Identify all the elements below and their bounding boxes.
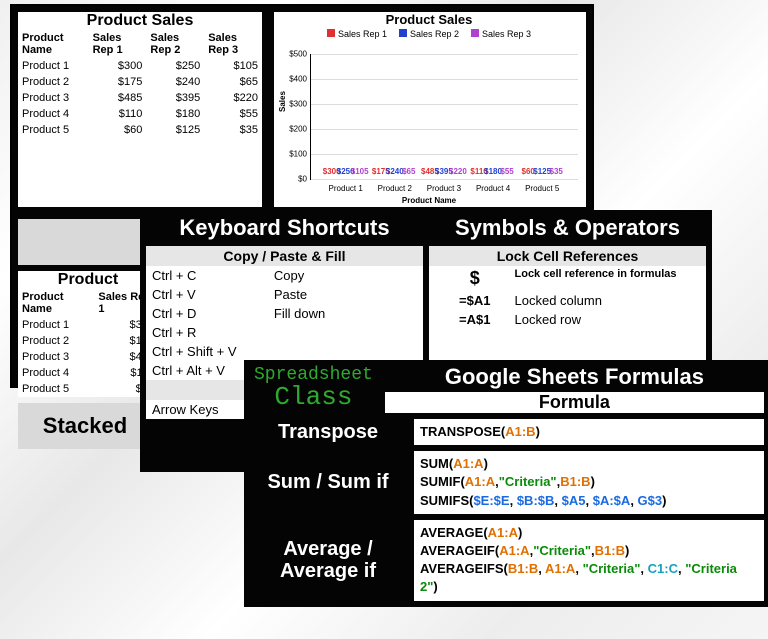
symbols-operators-title: Symbols & Operators <box>429 216 706 240</box>
table-row: Product 4$110$180$55 <box>18 106 262 122</box>
formula-block: Sum / Sum ifSUM(A1:A)SUMIF(A1:A,"Criteri… <box>248 451 764 514</box>
col-header: Sales Rep 1 <box>89 30 147 58</box>
col-header: Product Name <box>18 289 94 317</box>
keyboard-shortcuts-title: Keyboard Shortcuts <box>146 216 423 240</box>
formula-subheader: Formula <box>385 392 764 413</box>
copy-paste-heading: Copy / Paste & Fill <box>146 246 423 266</box>
google-sheets-formulas-title: Google Sheets Formulas <box>385 364 764 390</box>
table-row: Product 1$300$250$105 <box>18 58 262 74</box>
col-header: Sales Rep 2 <box>146 30 204 58</box>
shortcut-row: Ctrl + Shift + V <box>146 342 423 361</box>
shortcut-row: $Lock cell reference in formulas <box>429 266 706 291</box>
formula-block: TransposeTRANSPOSE(A1:B) <box>248 419 764 445</box>
chart-plot: $0$100$200$300$400$500$300$250$105Produc… <box>310 54 578 180</box>
formula-body: TRANSPOSE(A1:B) <box>414 419 764 445</box>
product-sales-chart: Product Sales Sales Rep 1Sales Rep 2Sales… <box>274 12 586 207</box>
formula-body: AVERAGE(A1:A)AVERAGEIF(A1:A,"Criteria",B… <box>414 520 764 601</box>
table-row: Product 5$60 <box>18 381 158 397</box>
shortcut-row: =$A1Locked column <box>429 291 706 310</box>
table-row: Product 1$300 <box>18 317 158 333</box>
shortcut-row: =A$1Locked row <box>429 310 706 329</box>
chart-title: Product Sales <box>274 12 584 27</box>
logo-line2: Class <box>254 384 373 410</box>
product-sales-table-2: Product Product NameSales Rep 1Product 1… <box>18 271 158 397</box>
formula-name: Sum / Sum if <box>248 451 408 514</box>
shortcut-row: Ctrl + DFill down <box>146 304 423 323</box>
table-row: Product 2$175$240$65 <box>18 74 262 90</box>
col-header: Product Name <box>18 30 89 58</box>
table-title: Product Sales <box>18 12 262 30</box>
spreadsheet-class-logo: Spreadsheet Class <box>248 364 379 413</box>
col-header: Sales Rep 3 <box>204 30 262 58</box>
table-row: Product 3$485 <box>18 349 158 365</box>
shortcut-row: Ctrl + R <box>146 323 423 342</box>
table-row: Product 3$485$395$220 <box>18 90 262 106</box>
formula-name: Average / Average if <box>248 520 408 601</box>
formulas-panel: Spreadsheet Class Google Sheets Formulas… <box>244 360 768 607</box>
table-row: Product 2$175 <box>18 333 158 349</box>
product-sales-table: Product Sales Product NameSales Rep 1Sal… <box>18 12 262 207</box>
shortcut-row: Ctrl + VPaste <box>146 285 423 304</box>
lock-refs-heading: Lock Cell References <box>429 246 706 266</box>
shortcut-row: Ctrl + CCopy <box>146 266 423 285</box>
table-row: Product 4$110 <box>18 365 158 381</box>
table-row: Product 5$60$125$35 <box>18 122 262 138</box>
formula-block: Average / Average ifAVERAGE(A1:A)AVERAGE… <box>248 520 764 601</box>
formula-body: SUM(A1:A)SUMIF(A1:A,"Criteria",B1:B)SUMI… <box>414 451 764 514</box>
stacked-label: Stacked <box>18 403 152 449</box>
table2-title: Product <box>18 271 158 289</box>
formula-name: Transpose <box>248 419 408 445</box>
chart-legend: Sales Rep 1Sales Rep 2Sales Rep 3 <box>274 29 584 39</box>
